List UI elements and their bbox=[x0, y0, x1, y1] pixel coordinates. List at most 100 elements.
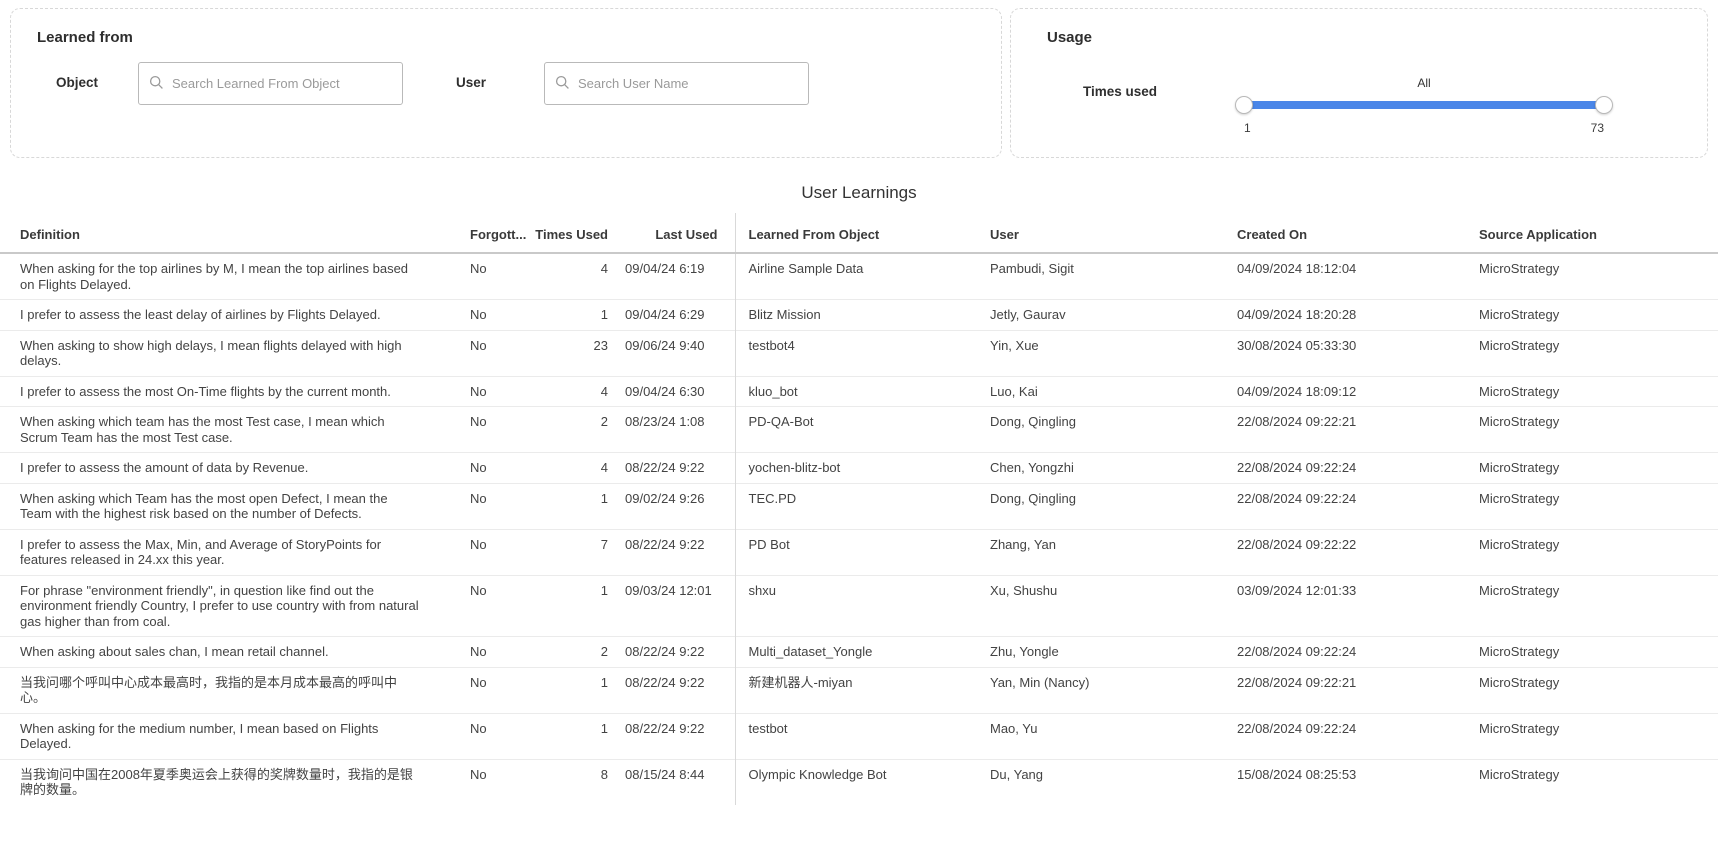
created-on-cell: 22/08/2024 09:22:24 bbox=[1237, 483, 1479, 529]
times-used-slider: All 1 73 bbox=[1244, 76, 1604, 135]
table-row[interactable]: When asking for the top airlines by M, I… bbox=[0, 253, 1718, 300]
user-cell: Dong, Qingling bbox=[990, 483, 1237, 529]
source-application-cell: MicroStrategy bbox=[1479, 713, 1718, 759]
table-row[interactable]: I prefer to assess the Max, Min, and Ave… bbox=[0, 529, 1718, 575]
filters-row: Learned from Object User bbox=[0, 0, 1718, 158]
last-used-cell: 09/04/24 6:30 bbox=[608, 376, 735, 407]
definition-cell: When asking which Team has the most open… bbox=[0, 483, 470, 529]
table-row[interactable]: 当我询问中国在2008年夏季奥运会上获得的奖牌数量时，我指的是银牌的数量。 No… bbox=[0, 759, 1718, 805]
learned-from-object-cell: PD-QA-Bot bbox=[735, 407, 990, 453]
column-header-last-used: Last Used bbox=[608, 213, 735, 253]
learned-from-object-cell: TEC.PD bbox=[735, 483, 990, 529]
definition-cell: 当我询问中国在2008年夏季奥运会上获得的奖牌数量时，我指的是银牌的数量。 bbox=[0, 759, 470, 805]
table-row[interactable]: When asking which team has the most Test… bbox=[0, 407, 1718, 453]
user-search-input[interactable] bbox=[570, 76, 808, 91]
table-row[interactable]: When asking about sales chan, I mean ret… bbox=[0, 637, 1718, 668]
slider-value-label: All bbox=[1244, 76, 1604, 90]
column-header-source-application: Source Application bbox=[1479, 213, 1718, 253]
created-on-cell: 22/08/2024 09:22:22 bbox=[1237, 529, 1479, 575]
definition-cell: I prefer to assess the least delay of ai… bbox=[0, 300, 470, 331]
forgotten-cell: No bbox=[470, 759, 532, 805]
definition-cell: When asking to show high delays, I mean … bbox=[0, 330, 470, 376]
created-on-cell: 15/08/2024 08:25:53 bbox=[1237, 759, 1479, 805]
user-cell: Chen, Yongzhi bbox=[990, 453, 1237, 484]
slider-track[interactable] bbox=[1244, 101, 1604, 109]
source-application-cell: MicroStrategy bbox=[1479, 330, 1718, 376]
last-used-cell: 09/04/24 6:19 bbox=[608, 253, 735, 300]
learned-from-object-cell: Blitz Mission bbox=[735, 300, 990, 331]
column-header-definition: Definition bbox=[0, 213, 470, 253]
table-row[interactable]: When asking to show high delays, I mean … bbox=[0, 330, 1718, 376]
forgotten-cell: No bbox=[470, 637, 532, 668]
learned-from-object-cell: testbot bbox=[735, 713, 990, 759]
user-label: User bbox=[456, 62, 544, 90]
last-used-cell: 08/22/24 9:22 bbox=[608, 713, 735, 759]
column-header-user: User bbox=[990, 213, 1237, 253]
column-header-learned-from-object: Learned From Object bbox=[735, 213, 990, 253]
created-on-cell: 22/08/2024 09:22:24 bbox=[1237, 453, 1479, 484]
slider-handle-max[interactable] bbox=[1595, 96, 1613, 114]
user-cell: Luo, Kai bbox=[990, 376, 1237, 407]
last-used-cell: 08/23/24 1:08 bbox=[608, 407, 735, 453]
times-used-cell: 2 bbox=[532, 637, 608, 668]
last-used-cell: 09/04/24 6:29 bbox=[608, 300, 735, 331]
learned-from-object-cell: testbot4 bbox=[735, 330, 990, 376]
usage-panel: Usage Times used All 1 73 bbox=[1010, 8, 1708, 158]
table-row[interactable]: When asking for the medium number, I mea… bbox=[0, 713, 1718, 759]
source-application-cell: MicroStrategy bbox=[1479, 759, 1718, 805]
table-row[interactable]: I prefer to assess the amount of data by… bbox=[0, 453, 1718, 484]
forgotten-cell: No bbox=[470, 376, 532, 407]
definition-cell: When asking about sales chan, I mean ret… bbox=[0, 637, 470, 668]
times-used-cell: 4 bbox=[532, 253, 608, 300]
forgotten-cell: No bbox=[470, 253, 532, 300]
learned-from-object-cell: PD Bot bbox=[735, 529, 990, 575]
times-used-cell: 4 bbox=[532, 376, 608, 407]
times-used-cell: 1 bbox=[532, 667, 608, 713]
column-header-forgotten: Forgott... bbox=[470, 213, 532, 253]
usage-title: Usage bbox=[1047, 29, 1707, 46]
times-used-cell: 8 bbox=[532, 759, 608, 805]
user-cell: Yin, Xue bbox=[990, 330, 1237, 376]
table-header-row: Definition Forgott... Times Used Last Us… bbox=[0, 213, 1718, 253]
object-search-box[interactable] bbox=[138, 62, 403, 105]
times-used-cell: 2 bbox=[532, 407, 608, 453]
object-search-input[interactable] bbox=[164, 76, 402, 91]
created-on-cell: 30/08/2024 05:33:30 bbox=[1237, 330, 1479, 376]
forgotten-cell: No bbox=[470, 300, 532, 331]
created-on-cell: 04/09/2024 18:20:28 bbox=[1237, 300, 1479, 331]
forgotten-cell: No bbox=[470, 483, 532, 529]
last-used-cell: 08/15/24 8:44 bbox=[608, 759, 735, 805]
times-used-cell: 1 bbox=[532, 575, 608, 637]
table-row[interactable]: I prefer to assess the least delay of ai… bbox=[0, 300, 1718, 331]
created-on-cell: 22/08/2024 09:22:24 bbox=[1237, 713, 1479, 759]
learned-from-title: Learned from bbox=[37, 29, 1001, 46]
source-application-cell: MicroStrategy bbox=[1479, 575, 1718, 637]
source-application-cell: MicroStrategy bbox=[1479, 376, 1718, 407]
table-row[interactable]: For phrase "environment friendly", in qu… bbox=[0, 575, 1718, 637]
times-used-cell: 4 bbox=[532, 453, 608, 484]
table-row[interactable]: When asking which Team has the most open… bbox=[0, 483, 1718, 529]
object-label: Object bbox=[56, 62, 138, 90]
slider-handle-min[interactable] bbox=[1235, 96, 1253, 114]
forgotten-cell: No bbox=[470, 330, 532, 376]
source-application-cell: MicroStrategy bbox=[1479, 667, 1718, 713]
source-application-cell: MicroStrategy bbox=[1479, 300, 1718, 331]
source-application-cell: MicroStrategy bbox=[1479, 453, 1718, 484]
forgotten-cell: No bbox=[470, 407, 532, 453]
user-search-box[interactable] bbox=[544, 62, 809, 105]
last-used-cell: 08/22/24 9:22 bbox=[608, 529, 735, 575]
user-filter-field: User bbox=[456, 62, 809, 105]
user-cell: Zhu, Yongle bbox=[990, 637, 1237, 668]
learned-from-object-cell: 新建机器人-miyan bbox=[735, 667, 990, 713]
definition-cell: I prefer to assess the most On-Time flig… bbox=[0, 376, 470, 407]
definition-cell: 当我问哪个呼叫中心成本最高时，我指的是本月成本最高的呼叫中心。 bbox=[0, 667, 470, 713]
learned-from-object-cell: Airline Sample Data bbox=[735, 253, 990, 300]
user-cell: Zhang, Yan bbox=[990, 529, 1237, 575]
created-on-cell: 22/08/2024 09:22:21 bbox=[1237, 667, 1479, 713]
table-row[interactable]: 当我问哪个呼叫中心成本最高时，我指的是本月成本最高的呼叫中心。 No 1 08/… bbox=[0, 667, 1718, 713]
learned-from-object-cell: shxu bbox=[735, 575, 990, 637]
table-row[interactable]: I prefer to assess the most On-Time flig… bbox=[0, 376, 1718, 407]
forgotten-cell: No bbox=[470, 713, 532, 759]
times-used-cell: 1 bbox=[532, 483, 608, 529]
learned-from-object-cell: Olympic Knowledge Bot bbox=[735, 759, 990, 805]
